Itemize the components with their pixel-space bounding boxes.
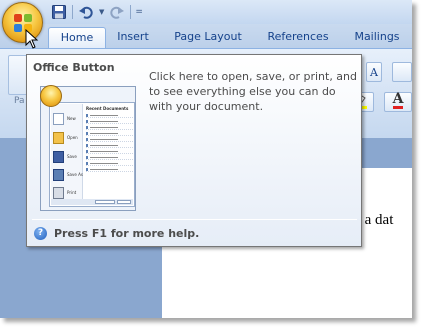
tab-page-layout[interactable]: Page Layout [172, 27, 244, 48]
customize-dropdown-icon[interactable]: = [135, 3, 143, 21]
preview-item-new: New [53, 112, 83, 127]
tooltip-help-text: Press F1 for more help. [54, 227, 200, 240]
preview-item-label: Save [67, 154, 77, 159]
list-item [86, 113, 133, 118]
preview-item-label: Save As [67, 172, 83, 177]
shrink-font-glyph: A [370, 66, 378, 79]
list-item [86, 125, 133, 130]
word-window-screenshot: ▼ = Home Insert Page Layout References M… [0, 0, 424, 329]
list-item [86, 143, 133, 148]
preview-item-label: New [67, 116, 76, 121]
office-button-tooltip: Office Button Click here to open, save, … [26, 54, 362, 247]
quick-access-toolbar: ▼ = [50, 3, 143, 21]
preview-options-button [95, 200, 115, 204]
preview-recent-header: Recent Documents [86, 106, 129, 111]
help-icon: ? [34, 227, 47, 240]
undo-dropdown-icon[interactable]: ▼ [99, 3, 104, 21]
printer-icon [53, 187, 64, 199]
paste-label: Pa [14, 96, 25, 106]
tab-home[interactable]: Home [48, 27, 106, 48]
list-item [86, 131, 133, 136]
floppy-disk-icon [53, 151, 64, 163]
save-as-icon [53, 169, 64, 181]
tooltip-title: Office Button [33, 61, 115, 74]
tab-references[interactable]: References [264, 27, 332, 48]
preview-item-open: Open [53, 131, 83, 146]
shrink-font-button[interactable]: A [366, 62, 382, 82]
toolbar-separator [130, 5, 132, 19]
font-color-button[interactable]: A [384, 92, 412, 112]
new-document-icon [53, 113, 64, 125]
change-case-button[interactable] [392, 62, 412, 82]
office-menu-preview: New Open Save Save As Print Recent Docum… [40, 85, 136, 211]
undo-icon[interactable] [77, 3, 95, 21]
list-item [86, 167, 133, 172]
tab-mailings[interactable]: Mailings [350, 27, 404, 48]
redo-icon[interactable] [108, 3, 126, 21]
preview-item-label: Open [67, 135, 78, 140]
list-item [86, 137, 133, 142]
preview-menu-panel: New Open Save Save As Print Recent Docum… [49, 102, 135, 207]
list-item [86, 119, 133, 124]
floppy-disk-icon[interactable] [50, 3, 68, 21]
toolbar-separator [72, 5, 73, 19]
preview-office-orb-icon [40, 85, 62, 107]
tooltip-description: Click here to open, save, or print, and … [149, 70, 358, 113]
list-item [86, 155, 133, 160]
list-item [86, 161, 133, 166]
font-color-glyph: A [392, 91, 404, 109]
preview-item-save: Save [53, 150, 83, 165]
preview-recent-documents: Recent Documents [86, 106, 133, 173]
list-item [86, 149, 133, 154]
open-folder-icon [53, 132, 64, 144]
tooltip-divider [32, 219, 357, 220]
preview-exit-button [117, 200, 131, 204]
tab-insert[interactable]: Insert [111, 27, 155, 48]
word-window: ▼ = Home Insert Page Layout References M… [0, 0, 412, 318]
preview-item-save-as: Save As [53, 168, 83, 183]
mouse-pointer-icon [25, 29, 39, 49]
ribbon-tab-bar: Home Insert Page Layout References Maili… [0, 24, 412, 48]
preview-item-label: Print [67, 190, 77, 195]
preview-footer-buttons [51, 199, 133, 205]
preview-command-list: New Open Save Save As Print [51, 104, 83, 202]
